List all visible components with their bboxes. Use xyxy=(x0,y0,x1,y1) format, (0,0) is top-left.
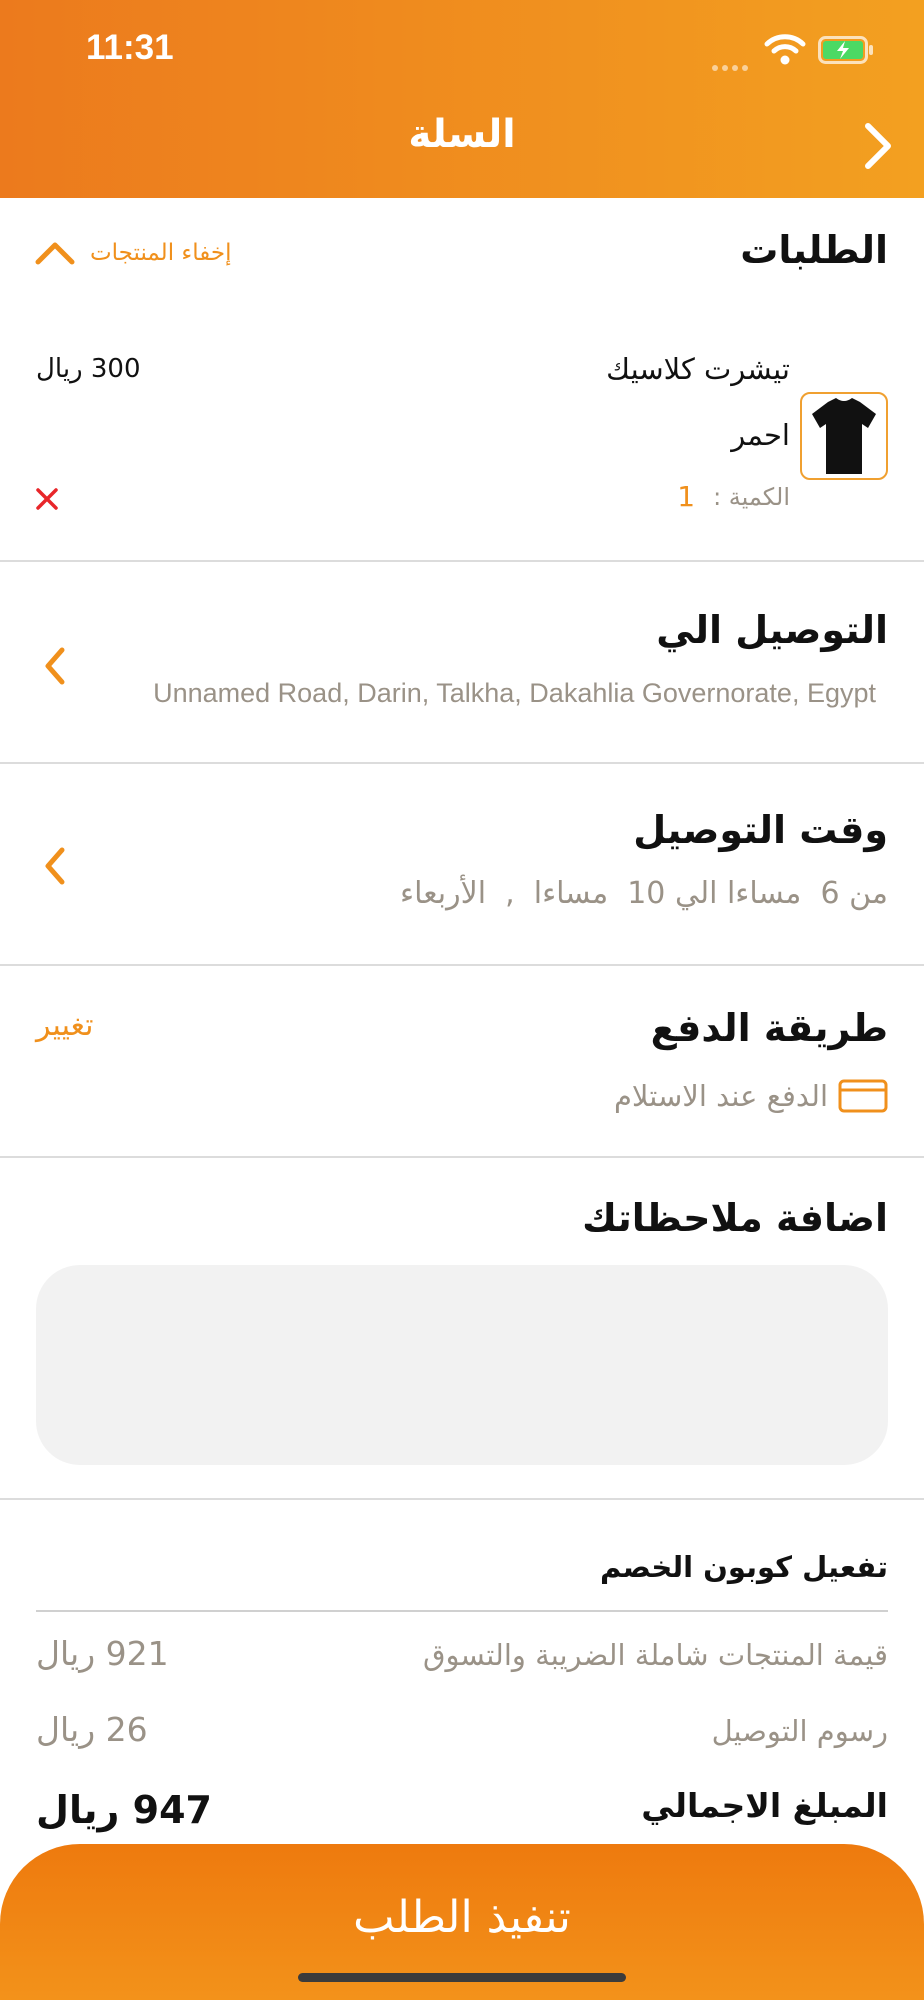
change-payment-link[interactable]: تغيير xyxy=(36,1008,93,1043)
delivery-time-row[interactable]: وقت التوصيل من 6 مساءا الي 10 مساءا , ال… xyxy=(0,764,924,964)
hide-products-label: إخفاء المنتجات xyxy=(90,240,232,266)
delivery-time-value: من 6 مساءا الي 10 مساءا , الأربعاء xyxy=(400,876,888,911)
divider xyxy=(0,1498,924,1500)
status-time: 11:31 xyxy=(86,28,174,67)
battery-charging-icon xyxy=(818,36,873,64)
product-color: احمر xyxy=(731,418,790,452)
quantity-value: 1 xyxy=(677,480,696,513)
grand-total-label: المبلغ الاجمالي xyxy=(641,1786,888,1825)
delivery-time-title: وقت التوصيل xyxy=(633,808,888,852)
payment-method-label: الدفع عند الاستلام xyxy=(613,1079,828,1113)
delivery-address-row[interactable]: التوصيل الي Unnamed Road, Darin, Talkha,… xyxy=(0,562,924,762)
products-total-value: 921 ريال xyxy=(36,1634,169,1673)
coupon-activate-link[interactable]: تفعيل كوبون الخصم xyxy=(600,1550,888,1584)
chevron-up-icon xyxy=(35,242,75,265)
tshirt-image xyxy=(812,398,876,474)
chevron-left-icon xyxy=(45,647,65,685)
page-title: السلة xyxy=(408,112,516,157)
wifi-icon xyxy=(764,34,806,65)
product-quantity: الكمية : 1 xyxy=(677,480,790,513)
delivery-to-title: التوصيل الي xyxy=(656,608,888,652)
remove-item-icon[interactable] xyxy=(34,486,60,512)
delivery-address: Unnamed Road, Darin, Talkha, Dakahlia Go… xyxy=(153,678,876,708)
delivery-fee-value: 26 ريال xyxy=(36,1710,148,1749)
payment-title: طريقة الدفع xyxy=(650,1006,888,1050)
back-chevron-icon[interactable] xyxy=(858,120,898,172)
orders-title: الطلبات xyxy=(740,228,888,272)
product-price: 300 ريال xyxy=(36,354,141,384)
hide-products-toggle[interactable]: إخفاء المنتجات xyxy=(34,240,231,266)
divider xyxy=(0,964,924,966)
place-order-label: تنفيذ الطلب xyxy=(353,1892,571,1943)
grand-total-value: 947 ريال xyxy=(36,1788,212,1832)
coupon-underline xyxy=(36,1610,888,1612)
divider xyxy=(0,1156,924,1158)
cellular-signal-icon xyxy=(712,56,754,71)
top-header: 11:31 السلة xyxy=(0,0,924,198)
delivery-fee-label: رسوم التوصيل xyxy=(711,1714,888,1748)
quantity-label: الكمية : xyxy=(713,482,790,511)
products-total-label: قيمة المنتجات شاملة الضريبة والتسوق xyxy=(422,1638,888,1672)
home-indicator xyxy=(298,1973,626,1982)
notes-title: اضافة ملاحظاتك xyxy=(582,1196,888,1240)
credit-card-icon xyxy=(838,1079,888,1113)
product-name: تيشرت كلاسيك xyxy=(606,352,790,386)
product-thumbnail[interactable] xyxy=(800,392,888,480)
notes-textarea[interactable] xyxy=(36,1265,888,1465)
chevron-left-icon xyxy=(45,847,65,885)
payment-method: الدفع عند الاستلام xyxy=(614,1078,888,1114)
